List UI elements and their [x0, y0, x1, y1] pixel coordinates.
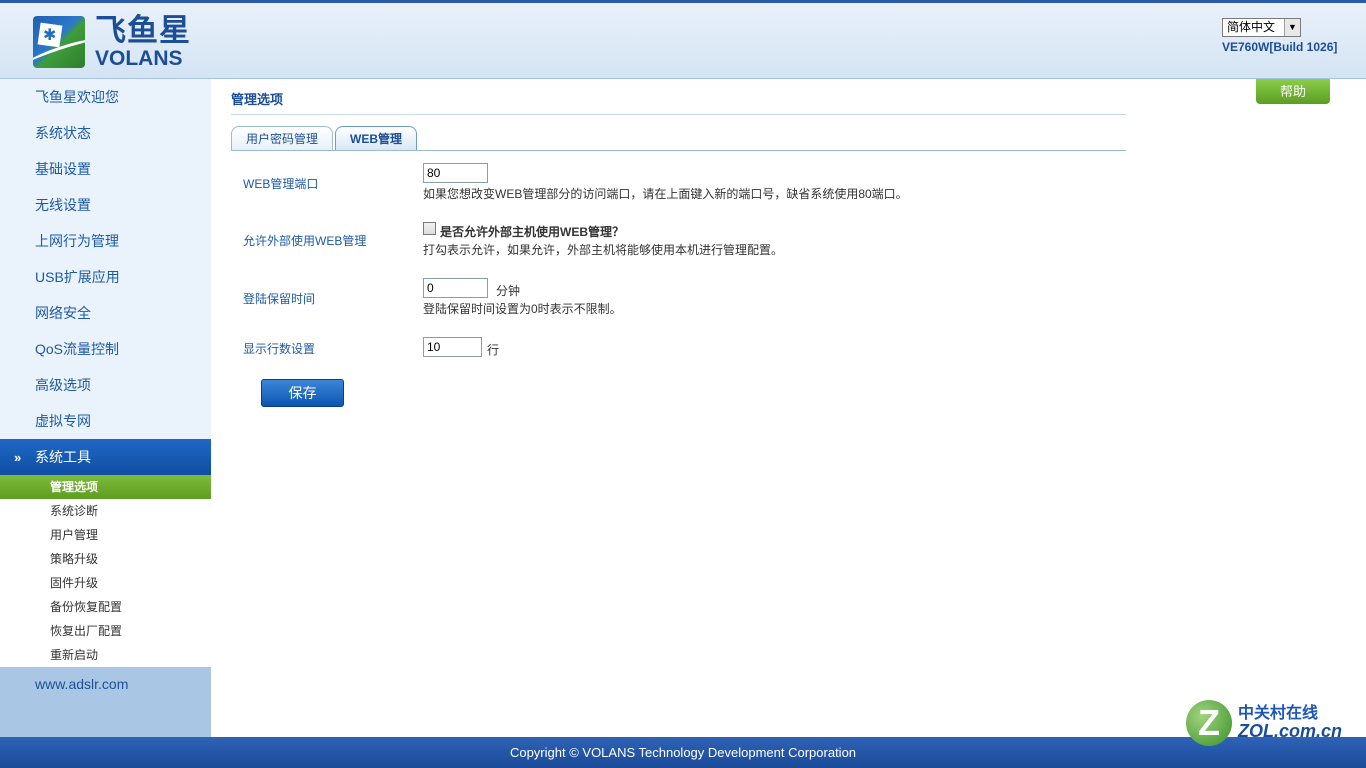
sidebar-subitem-policy-upgrade[interactable]: 策略升级 — [0, 547, 211, 571]
language-select[interactable]: 简体中文 ▼ — [1222, 18, 1301, 37]
login-time-hint: 登陆保留时间设置为0时表示不限制。 — [423, 302, 622, 316]
external-access-label: 允许外部使用WEB管理 — [243, 234, 367, 248]
firmware-build: VE760W[Build 1026] — [1222, 40, 1338, 54]
help-button[interactable]: 帮助 — [1256, 79, 1330, 104]
web-port-input[interactable] — [423, 163, 488, 183]
page-title: 管理选项 — [231, 92, 284, 107]
sidebar-item-welcome[interactable]: 飞鱼星欢迎您 — [0, 79, 211, 115]
sidebar-item-system-status[interactable]: 系统状态 — [0, 115, 211, 151]
sidebar-subitem-diagnostics[interactable]: 系统诊断 — [0, 499, 211, 523]
sidebar-group-label: 系统工具 — [35, 449, 91, 465]
zol-logo-icon: Z — [1186, 700, 1232, 746]
rows-setting-label: 显示行数设置 — [243, 342, 316, 356]
login-time-unit: 分钟 — [496, 284, 521, 298]
sidebar: 飞鱼星欢迎您 系统状态 基础设置 无线设置 上网行为管理 USB扩展应用 网络安… — [0, 79, 211, 737]
external-access-hint: 打勾表示允许，如果允许，外部主机将能够使用本机进行管理配置。 — [423, 243, 784, 257]
language-value: 简体中文 — [1227, 20, 1276, 34]
login-time-label: 登陆保留时间 — [243, 292, 316, 306]
footer: Copyright © VOLANS Technology Developmen… — [0, 737, 1366, 768]
sidebar-item-qos[interactable]: QoS流量控制 — [0, 331, 211, 367]
tab-divider — [231, 150, 1126, 151]
sidebar-item-behavior-management[interactable]: 上网行为管理 — [0, 223, 211, 259]
sidebar-subitem-reboot[interactable]: 重新启动 — [0, 643, 211, 667]
save-button[interactable]: 保存 — [261, 379, 344, 407]
tab-bar: 用户密码管理 WEB管理 — [231, 126, 419, 151]
brand-logo: ✱ 飞鱼星 VOLANS — [33, 15, 191, 69]
copyright-text: Copyright © VOLANS Technology Developmen… — [509, 745, 857, 760]
sidebar-subitem-factory-reset[interactable]: 恢复出厂配置 — [0, 619, 211, 643]
tab-user-password[interactable]: 用户密码管理 — [231, 126, 334, 151]
rows-setting-input[interactable] — [423, 337, 482, 357]
tab-web-management[interactable]: WEB管理 — [335, 126, 418, 151]
web-port-label: WEB管理端口 — [243, 177, 319, 191]
divider — [231, 114, 1126, 115]
double-chevron-down-icon: » — [14, 450, 22, 465]
sidebar-item-system-tools[interactable]: » 系统工具 — [0, 439, 211, 475]
login-time-input[interactable] — [423, 278, 488, 298]
sidebar-item-basic-settings[interactable]: 基础设置 — [0, 151, 211, 187]
rows-setting-unit: 行 — [487, 343, 500, 357]
sidebar-item-vpn[interactable]: 虚拟专网 — [0, 403, 211, 439]
volans-logo-icon: ✱ — [33, 16, 85, 68]
watermark-en: ZOL.com.cn — [1238, 721, 1343, 741]
web-port-hint: 如果您想改变WEB管理部分的访问端口，请在上面键入新的端口号，缺省系统使用80端… — [423, 187, 908, 201]
sidebar-subitem-firmware-upgrade[interactable]: 固件升级 — [0, 571, 211, 595]
sidebar-subitem-management-options[interactable]: 管理选项 — [0, 475, 211, 499]
sidebar-subitem-user-management[interactable]: 用户管理 — [0, 523, 211, 547]
sidebar-subitem-backup-restore[interactable]: 备份恢复配置 — [0, 595, 211, 619]
brand-name-en: VOLANS — [95, 47, 183, 70]
external-access-checkbox-label[interactable]: 是否允许外部主机使用WEB管理？ — [440, 223, 624, 240]
external-access-checkbox[interactable] — [423, 222, 436, 235]
sidebar-item-security[interactable]: 网络安全 — [0, 295, 211, 331]
header: ✱ 飞鱼星 VOLANS 简体中文 ▼ VE760W[Build 1026] — [0, 0, 1366, 79]
brand-name-cn: 飞鱼星 — [95, 13, 191, 48]
sidebar-item-advanced[interactable]: 高级选项 — [0, 367, 211, 403]
watermark-cn: 中关村在线 — [1238, 705, 1319, 722]
sidebar-item-usb[interactable]: USB扩展应用 — [0, 259, 211, 295]
chevron-down-icon[interactable]: ▼ — [1284, 19, 1300, 36]
sidebar-item-wireless[interactable]: 无线设置 — [0, 187, 211, 223]
zol-watermark: Z 中关村在线 ZOL.com.cn — [1186, 700, 1342, 746]
sidebar-footer: www.adslr.com — [0, 667, 211, 737]
website-link[interactable]: www.adslr.com — [35, 676, 128, 692]
